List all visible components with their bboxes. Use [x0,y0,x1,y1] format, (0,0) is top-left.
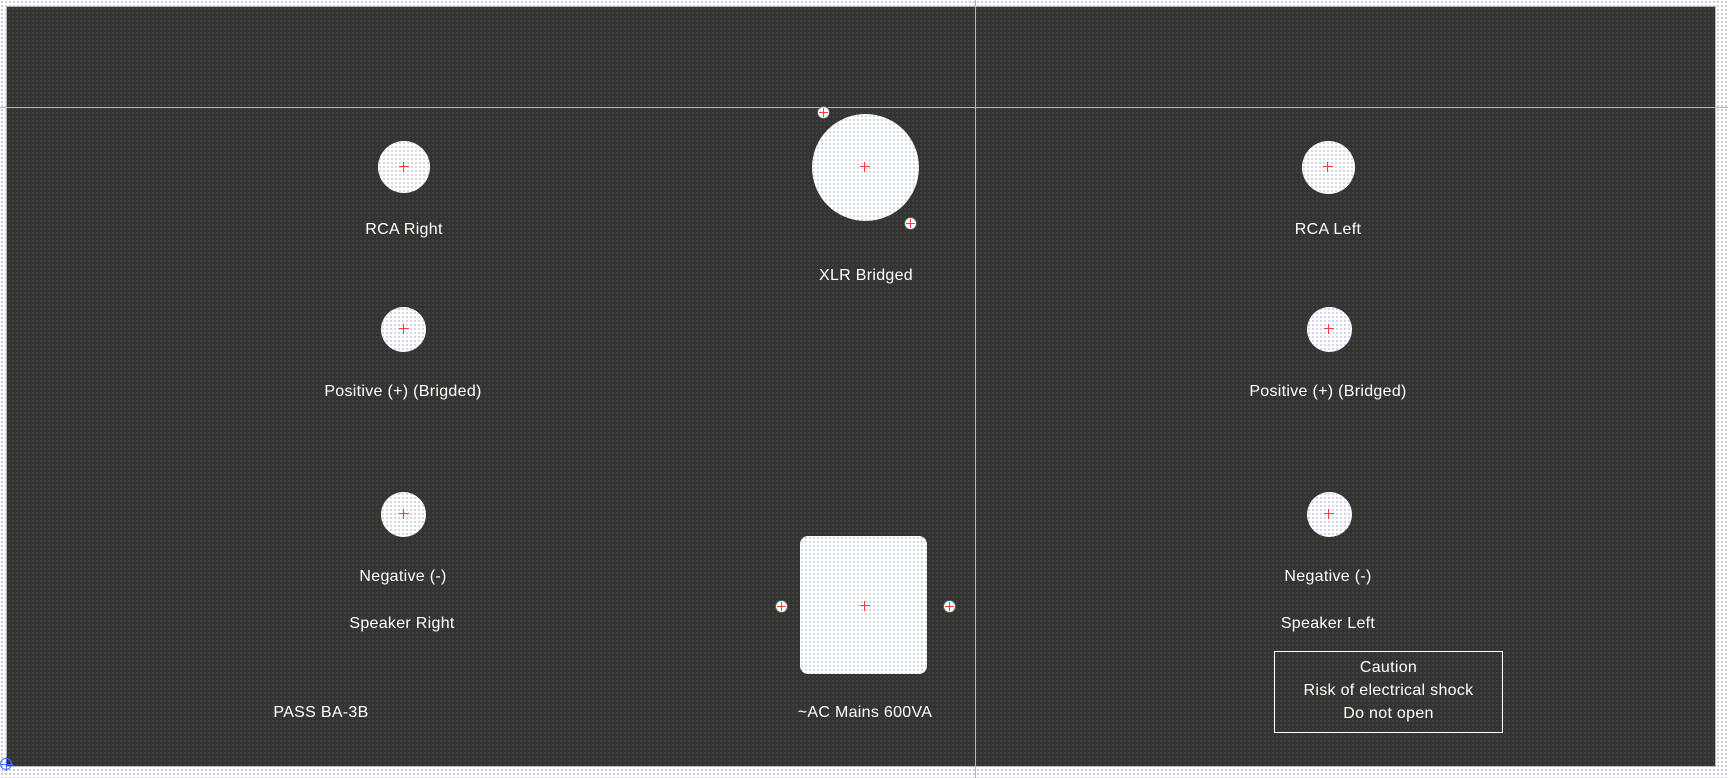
negative-right-label: Negative (-) [359,568,447,585]
positive-left-label: Positive (+) (Bridged) [1249,383,1407,400]
rca-left-label: RCA Left [1294,221,1362,238]
xlr-bridged-label: XLR Bridged [818,267,914,284]
negative-left-label: Negative (-) [1284,568,1372,585]
crosshair-icon [1323,162,1333,172]
crosshair-icon [1324,509,1334,519]
crosshair-icon [399,509,409,519]
screw-icon[interactable] [904,217,917,230]
product-model-label: PASS BA-3B [273,704,369,721]
vertical-guide-line[interactable] [975,0,976,778]
crosshair-icon [1324,324,1334,334]
rca-right-label: RCA Right [365,221,443,238]
caution-instruction: Do not open [1343,705,1434,722]
screw-icon[interactable] [817,106,830,119]
positive-right-label: Positive (+) (Brigded) [324,383,482,400]
screw-icon[interactable] [943,600,956,613]
caution-warning: Risk of electrical shock [1303,682,1474,699]
ac-mains-label: ~AC Mains 600VA [797,704,933,721]
speaker-left-label: Speaker Left [1280,615,1376,632]
crosshair-icon [860,162,870,172]
screw-icon[interactable] [775,600,788,613]
caution-box[interactable]: Caution Risk of electrical shock Do not … [1274,651,1503,733]
caution-title: Caution [1359,659,1418,676]
origin-marker-icon [0,757,13,771]
crosshair-icon [860,601,870,611]
drawing-canvas[interactable]: RCA Right XLR Bridged RCA Left Positive … [0,0,1728,778]
horizontal-guide-line[interactable] [0,107,1728,108]
crosshair-icon [399,324,409,334]
crosshair-icon [399,162,409,172]
speaker-right-label: Speaker Right [349,615,455,632]
